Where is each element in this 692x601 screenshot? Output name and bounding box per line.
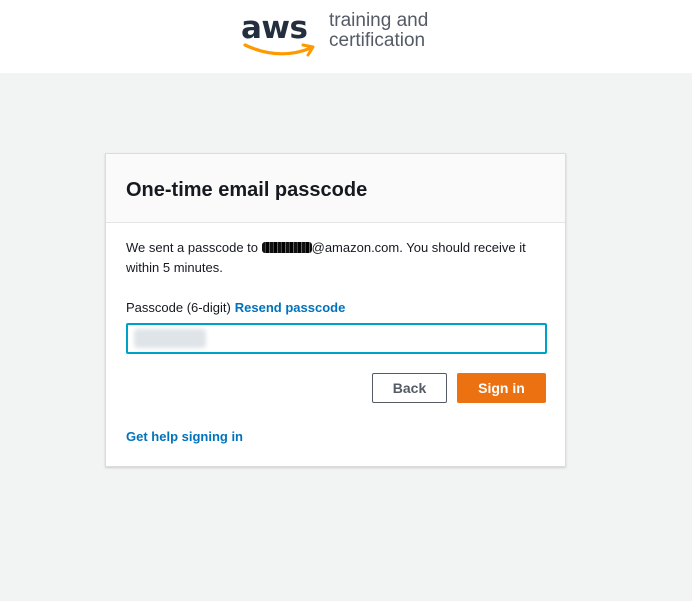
back-button[interactable]: Back [372,373,447,403]
logo-tagline: training and certification [329,11,428,51]
tagline-line-2: certification [329,30,426,51]
redacted-email-user [261,242,312,253]
tagline-line-1: training and [329,10,429,31]
passcode-input[interactable] [128,325,545,352]
top-bar: aws training and certification [0,0,692,73]
passcode-field-label: Passcode (6-digit) Resend passcode [126,298,345,318]
passcode-label-text: Passcode (6-digit) [126,300,231,315]
passcode-input-wrapper [126,323,547,354]
message-prefix: We sent a passcode to [126,240,262,255]
page-title: One-time email passcode [126,179,368,201]
get-help-signing-in-link[interactable]: Get help signing in [126,429,243,444]
aws-training-logo[interactable]: aws training and certification [241,10,441,62]
resend-passcode-link[interactable]: Resend passcode [235,300,346,315]
sign-in-button[interactable]: Sign in [457,373,546,403]
passcode-card: One-time email passcode We sent a passco… [105,153,566,467]
smile-arrow-icon [243,43,315,57]
passcode-sent-message: We sent a passcode to @amazon.com. You s… [126,238,551,278]
